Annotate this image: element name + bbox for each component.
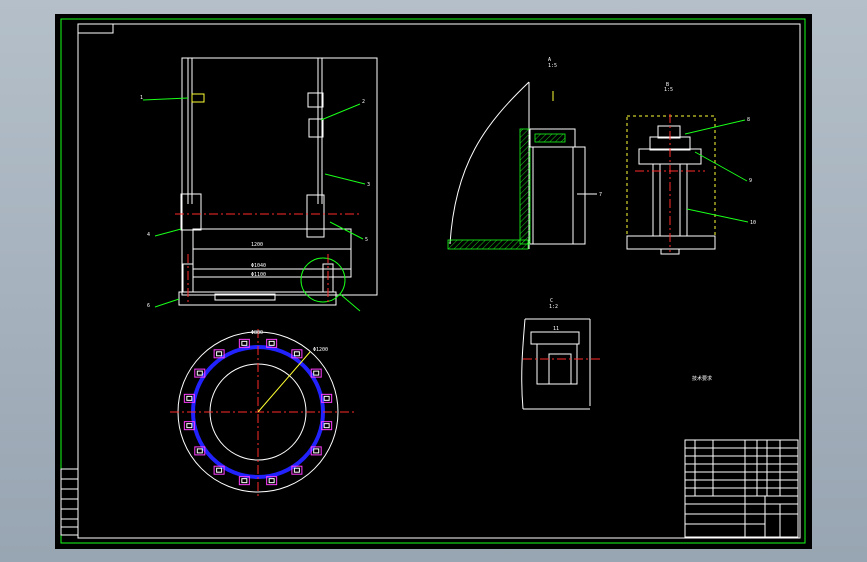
- svg-text:2: 2: [362, 99, 365, 105]
- ring-pad-core: [268, 478, 275, 484]
- section-a-view: A 1:5 7: [447, 57, 602, 250]
- svg-text:Φ880: Φ880: [251, 330, 263, 336]
- top-view-ring: Φ1200 Φ880: [170, 329, 355, 499]
- svg-text:5: 5: [365, 237, 368, 243]
- svg-text:Φ1100: Φ1100: [251, 272, 266, 278]
- svg-text:6: 6: [147, 303, 150, 309]
- svg-text:1:2: 1:2: [549, 304, 558, 310]
- inner-frame: [77, 23, 801, 539]
- drawing-canvas[interactable]: 1 2 3 4 5 6 1200 Φ1040 Φ1100 Φ1200 Φ880: [55, 14, 812, 549]
- front-view: 1 2 3 4 5 6 1200 Φ1040 Φ1100: [140, 57, 378, 312]
- svg-text:1: 1: [140, 95, 143, 101]
- ring-pad-core: [323, 423, 330, 429]
- ring-pad-core: [216, 467, 223, 473]
- section-b-view: B 1:5 8 9 10: [626, 82, 756, 255]
- ring-pad-core: [196, 370, 203, 376]
- ring-pad-core: [186, 423, 193, 429]
- svg-text:Φ1040: Φ1040: [251, 263, 266, 269]
- svg-text:Φ1200: Φ1200: [313, 347, 328, 353]
- svg-text:8: 8: [747, 117, 750, 123]
- ring-pad-core: [313, 370, 320, 376]
- svg-text:1:5: 1:5: [664, 87, 673, 93]
- svg-text:7: 7: [599, 192, 602, 198]
- ring-pad-core: [268, 340, 275, 346]
- ring-pad-core: [186, 395, 193, 401]
- svg-text:11: 11: [553, 326, 559, 332]
- ring-pad-core: [293, 467, 300, 473]
- ring-pad-core: [216, 351, 223, 357]
- ring-pad-core: [293, 351, 300, 357]
- ring-pad-core: [241, 340, 248, 346]
- ring-pad-core: [196, 448, 203, 454]
- svg-text:10: 10: [750, 220, 756, 226]
- ring-pad-core: [313, 448, 320, 454]
- cad-viewport[interactable]: 1 2 3 4 5 6 1200 Φ1040 Φ1100 Φ1200 Φ880: [0, 0, 867, 562]
- svg-text:9: 9: [749, 178, 752, 184]
- svg-text:4: 4: [147, 232, 150, 238]
- svg-text:3: 3: [367, 182, 370, 188]
- title-block: [684, 439, 799, 538]
- ring-pad-core: [241, 478, 248, 484]
- tech-note: 技术要求: [692, 375, 712, 382]
- frame-tag: [77, 23, 114, 34]
- detail-c-view: C 1:2 11: [521, 298, 600, 410]
- svg-text:1200: 1200: [251, 242, 263, 248]
- svg-text:1:5: 1:5: [548, 63, 557, 69]
- ring-pad-core: [323, 395, 330, 401]
- left-revision-block: [60, 468, 79, 536]
- drawing-sheet[interactable]: 1 2 3 4 5 6 1200 Φ1040 Φ1100 Φ1200 Φ880: [55, 14, 812, 549]
